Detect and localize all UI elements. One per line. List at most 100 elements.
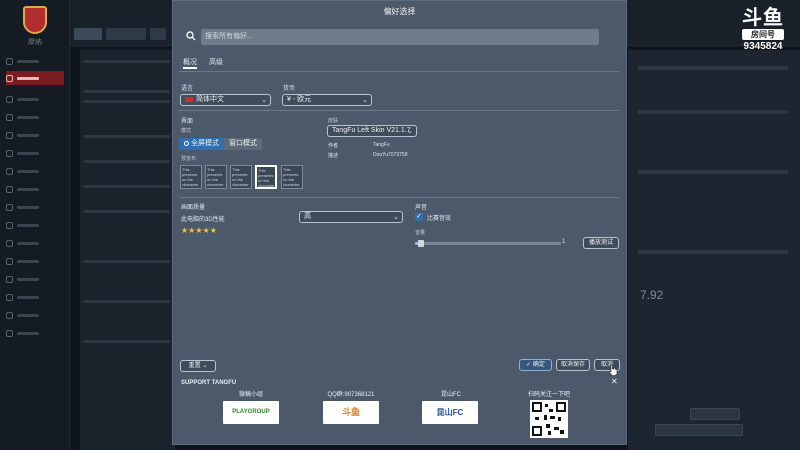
background-tab[interactable] xyxy=(150,28,166,40)
skin-select[interactable]: TangFu Left Skin V21.1.7 ⌄ xyxy=(327,125,417,137)
tab-overview[interactable]: 概况 xyxy=(183,57,197,69)
match-sound-checkbox[interactable]: ✓ xyxy=(415,213,423,221)
divider xyxy=(179,71,619,72)
layout-thumbnail[interactable]: This presents on the character is the mo… xyxy=(281,165,303,189)
tab-advanced[interactable]: 高级 xyxy=(209,57,223,69)
nav-item[interactable] xyxy=(6,272,64,286)
divider xyxy=(179,197,619,198)
preview-label: 预览布 xyxy=(181,156,197,162)
skin-author-key: 作者 xyxy=(328,143,339,149)
currency-select[interactable]: ¥ - 欧元 ⌄ xyxy=(282,94,372,106)
qr-code-icon[interactable] xyxy=(530,400,568,438)
nav-item[interactable] xyxy=(6,218,64,232)
sound-label: 声音 xyxy=(415,205,428,211)
preferences-dialog: 偏好选择 搜索所有偏好... 概况 高级 语言 简体中文 ⌄ 货币 ¥ - 欧元… xyxy=(172,0,627,445)
close-icon[interactable]: ✕ xyxy=(611,377,618,386)
background-right-panel xyxy=(628,50,800,450)
stream-room-number: 9345824 xyxy=(743,41,783,52)
nav-item[interactable] xyxy=(6,290,64,304)
quality-select[interactable]: 高 ⌄ xyxy=(299,211,403,223)
language-label: 语言 xyxy=(181,86,194,92)
background-row xyxy=(84,300,170,303)
rating-stars: ★★★★★ xyxy=(181,226,217,235)
skin-author-value: TangFu xyxy=(373,142,390,148)
reset-button[interactable]: 重置 ⌄ xyxy=(180,360,216,372)
sponsor-logo[interactable]: 昆山FC xyxy=(422,401,478,424)
background-tab[interactable] xyxy=(74,28,102,40)
nav-item[interactable] xyxy=(6,128,64,142)
sponsor-logo[interactable]: PLAYGROUP xyxy=(223,401,279,424)
skin-desc-value: DouYu7073758 xyxy=(373,152,408,158)
chevron-down-icon: ⌄ xyxy=(407,128,413,135)
play-test-button[interactable]: 播放测试 xyxy=(583,237,619,249)
chevron-down-icon: ⌄ xyxy=(393,214,399,221)
mode-label: 模式 xyxy=(181,128,192,134)
currency-label: 货币 xyxy=(283,86,296,92)
confirm-button[interactable]: ✓ 确定 xyxy=(519,359,552,371)
language-select[interactable]: 简体中文 ⌄ xyxy=(180,94,271,106)
china-flag-icon xyxy=(185,96,193,102)
background-list xyxy=(80,50,175,450)
tab-bar: 概况 高级 xyxy=(183,57,223,69)
sponsor-label: QQ群:907368121 xyxy=(327,392,375,398)
nav-item[interactable] xyxy=(6,182,64,196)
nav-item[interactable] xyxy=(6,92,64,106)
background-row xyxy=(84,340,170,343)
confirm-label: 确定 xyxy=(532,362,545,368)
interface-label: 界面 xyxy=(181,119,194,125)
nav-item[interactable] xyxy=(6,308,64,322)
volume-label: 音量 xyxy=(415,230,426,236)
graphics-label: 画面质量 xyxy=(181,205,206,211)
stream-room-label: 房间号 xyxy=(742,29,784,40)
nav-item[interactable] xyxy=(6,110,64,124)
volume-handle[interactable] xyxy=(417,240,424,247)
search-icon xyxy=(186,31,196,41)
language-value: 简体中文 xyxy=(196,96,224,103)
skin-label: 皮肤 xyxy=(328,118,339,124)
nav-item[interactable] xyxy=(6,326,64,340)
match-sound-label: 比赛音效 xyxy=(427,216,452,222)
volume-value: 1 xyxy=(562,239,566,245)
nav-item[interactable] xyxy=(6,254,64,268)
stream-logo: 斗鱼 房间号 9345824 xyxy=(732,6,794,58)
currency-value: ¥ - 欧元 xyxy=(287,96,312,103)
layout-thumbnail-selected[interactable]: This presents on the character is the mo… xyxy=(255,165,277,189)
sponsor-label: 扫码关注一下吧 xyxy=(527,392,570,398)
background-row xyxy=(84,100,170,103)
fullscreen-mode-option[interactable]: 全屏模式 xyxy=(179,138,224,150)
sponsor-logo[interactable]: 斗鱼 xyxy=(323,401,379,424)
nav-item[interactable] xyxy=(6,146,64,160)
radio-icon xyxy=(184,140,189,146)
layout-thumbnail[interactable]: This presents on the character is the mo… xyxy=(205,165,227,189)
sponsor-label: 昆山FC xyxy=(441,392,461,398)
nav-item[interactable] xyxy=(6,164,64,178)
volume-slider[interactable] xyxy=(415,240,561,247)
display-mode-toggle: 全屏模式 窗口模式 xyxy=(179,138,262,150)
support-title: SUPPORT TANGFU xyxy=(181,380,237,386)
background-row xyxy=(84,210,170,213)
nav-item[interactable] xyxy=(6,200,64,214)
window-mode-option[interactable]: 窗口模式 xyxy=(224,138,262,150)
layout-thumbnail[interactable]: This presents on the character is the mo… xyxy=(180,165,202,189)
chevron-down-icon: ⌄ xyxy=(362,97,368,104)
graphics-desc: 此电脑的3D性能 xyxy=(181,217,225,223)
nav-item[interactable] xyxy=(6,236,64,250)
sponsor-label: 微稿小组 xyxy=(238,392,263,398)
background-row xyxy=(84,260,170,263)
dialog-title: 偏好选择 xyxy=(383,7,416,16)
nav-item-active[interactable] xyxy=(6,71,64,85)
layout-thumbnail[interactable]: This presents on the character is the mo… xyxy=(230,165,252,189)
cancel-save-button[interactable]: 取消保存 xyxy=(556,359,590,371)
background-button[interactable] xyxy=(690,408,740,420)
background-row xyxy=(84,60,170,63)
background-button[interactable] xyxy=(655,424,743,436)
background-row xyxy=(84,160,170,163)
stream-brand: 斗鱼 xyxy=(742,5,784,29)
background-tab[interactable] xyxy=(106,28,146,40)
nav-item[interactable] xyxy=(6,54,64,68)
background-row xyxy=(84,185,170,188)
window-mode-label: 窗口模式 xyxy=(229,140,257,147)
search-input[interactable]: 搜索所有偏好... xyxy=(201,29,599,45)
reset-label: 重置 xyxy=(188,363,201,369)
fullscreen-mode-label: 全屏模式 xyxy=(191,140,219,147)
